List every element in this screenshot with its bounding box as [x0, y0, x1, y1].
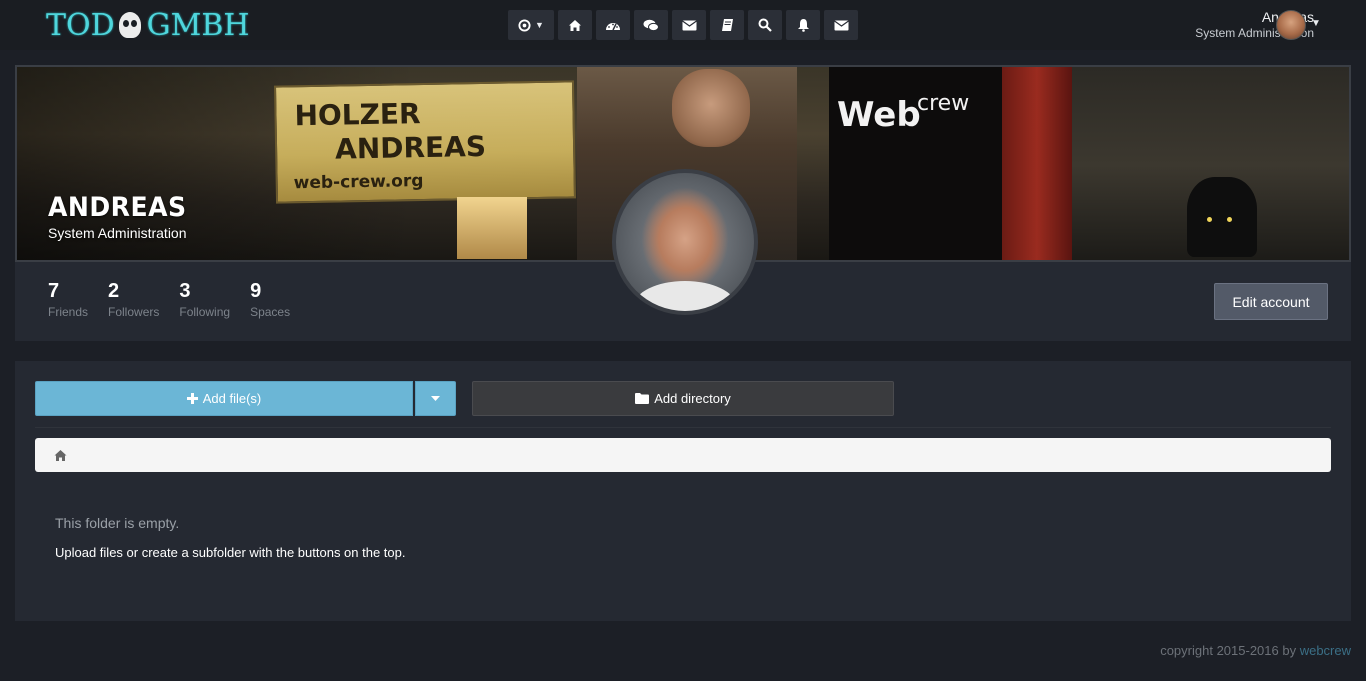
folder-icon — [635, 393, 650, 404]
files-panel: Add file(s) Add directory This folder is… — [15, 361, 1351, 621]
book-icon — [721, 19, 733, 31]
bell-icon — [797, 19, 809, 32]
profile-role: System Administration — [48, 225, 187, 241]
stat-label: Spaces — [250, 305, 291, 319]
avatar[interactable] — [1276, 10, 1306, 40]
notifications-button[interactable] — [786, 10, 820, 40]
profile-header: HOLZER ANDREAS web-crew.org Web crew AND… — [15, 65, 1351, 341]
envelope-icon — [833, 20, 849, 30]
chevron-down-icon[interactable]: ▼ — [1311, 18, 1321, 29]
banner-sign-url: web-crew.org — [293, 171, 424, 194]
chat-button[interactable] — [634, 10, 668, 40]
add-files-dropdown-toggle[interactable] — [415, 381, 456, 416]
home-icon — [569, 19, 581, 31]
dashboard-icon — [606, 23, 620, 31]
top-navbar: TOD GMBH ▼ And — [0, 0, 1366, 50]
plus-icon — [186, 393, 198, 404]
mail-button[interactable] — [672, 10, 706, 40]
profile-avatar[interactable] — [612, 169, 758, 315]
stat-value: 2 — [108, 280, 120, 302]
banner-crew-word: crew — [917, 91, 970, 116]
banner-cat — [1187, 177, 1257, 257]
caret-down-icon — [431, 396, 440, 401]
banner-web-word: Web — [837, 95, 921, 135]
footer-link[interactable]: webcrew — [1300, 643, 1351, 658]
settings-menu-button[interactable]: ▼ — [508, 10, 554, 40]
logo-text-left: TOD — [46, 7, 115, 43]
footer: copyright 2015-2016 by webcrew — [1160, 643, 1351, 658]
add-directory-label: Add directory — [654, 391, 731, 406]
stat-value: 3 — [179, 280, 191, 302]
banner-sign: HOLZER ANDREAS web-crew.org — [273, 80, 577, 204]
home-icon[interactable] — [53, 449, 68, 462]
stat-value: 9 — [250, 280, 262, 302]
breadcrumb — [35, 438, 1331, 472]
banner-webcrew-logo: Web crew — [837, 91, 969, 135]
banner-sign-line1: HOLZER — [294, 97, 421, 133]
dashboard-button[interactable] — [596, 10, 630, 40]
brand-logo[interactable]: TOD GMBH — [46, 7, 250, 43]
empty-folder-description: Upload files or create a subfolder with … — [55, 545, 406, 560]
footer-copyright: copyright 2015-2016 by — [1160, 643, 1297, 658]
stat-spaces[interactable]: 9 Spaces — [250, 280, 290, 320]
stat-label: Following — [179, 305, 231, 319]
chevron-down-icon: ▼ — [535, 20, 544, 30]
banner-cat-eye — [1227, 217, 1232, 222]
main-nav: ▼ — [508, 10, 858, 40]
logo-text-right: GMBH — [146, 7, 250, 43]
stat-following[interactable]: 3 Following — [179, 280, 230, 320]
stat-value: 7 — [48, 280, 60, 302]
home-button[interactable] — [558, 10, 592, 40]
search-icon — [758, 18, 772, 32]
banner-curtain — [1002, 67, 1072, 260]
add-files-button[interactable]: Add file(s) — [35, 381, 413, 416]
divider — [35, 427, 1331, 428]
banner-sign-line2: ANDREAS — [334, 129, 487, 166]
banner-cat-eye — [1207, 217, 1212, 222]
edit-account-button[interactable]: Edit account — [1214, 283, 1328, 320]
stat-label: Followers — [108, 305, 160, 319]
mail-icon — [681, 20, 697, 30]
banner-lamp — [457, 197, 527, 259]
stat-friends[interactable]: 7 Friends — [48, 280, 88, 320]
profile-name: ANDREAS — [48, 192, 187, 223]
profile-stats: 7 Friends 2 Followers 3 Following 9 Spac… — [48, 280, 290, 320]
search-button[interactable] — [748, 10, 782, 40]
add-files-label: Add file(s) — [202, 391, 262, 406]
directory-button[interactable] — [710, 10, 744, 40]
chat-icon — [643, 19, 659, 31]
avatar-shirt — [634, 281, 736, 311]
banner-face — [672, 69, 750, 147]
empty-folder-title: This folder is empty. — [55, 515, 180, 531]
stat-followers[interactable]: 2 Followers — [108, 280, 159, 320]
messages-button[interactable] — [824, 10, 858, 40]
stat-label: Friends — [48, 305, 89, 319]
skull-icon — [118, 12, 141, 38]
settings-icon — [518, 18, 531, 32]
add-directory-button[interactable]: Add directory — [472, 381, 894, 416]
